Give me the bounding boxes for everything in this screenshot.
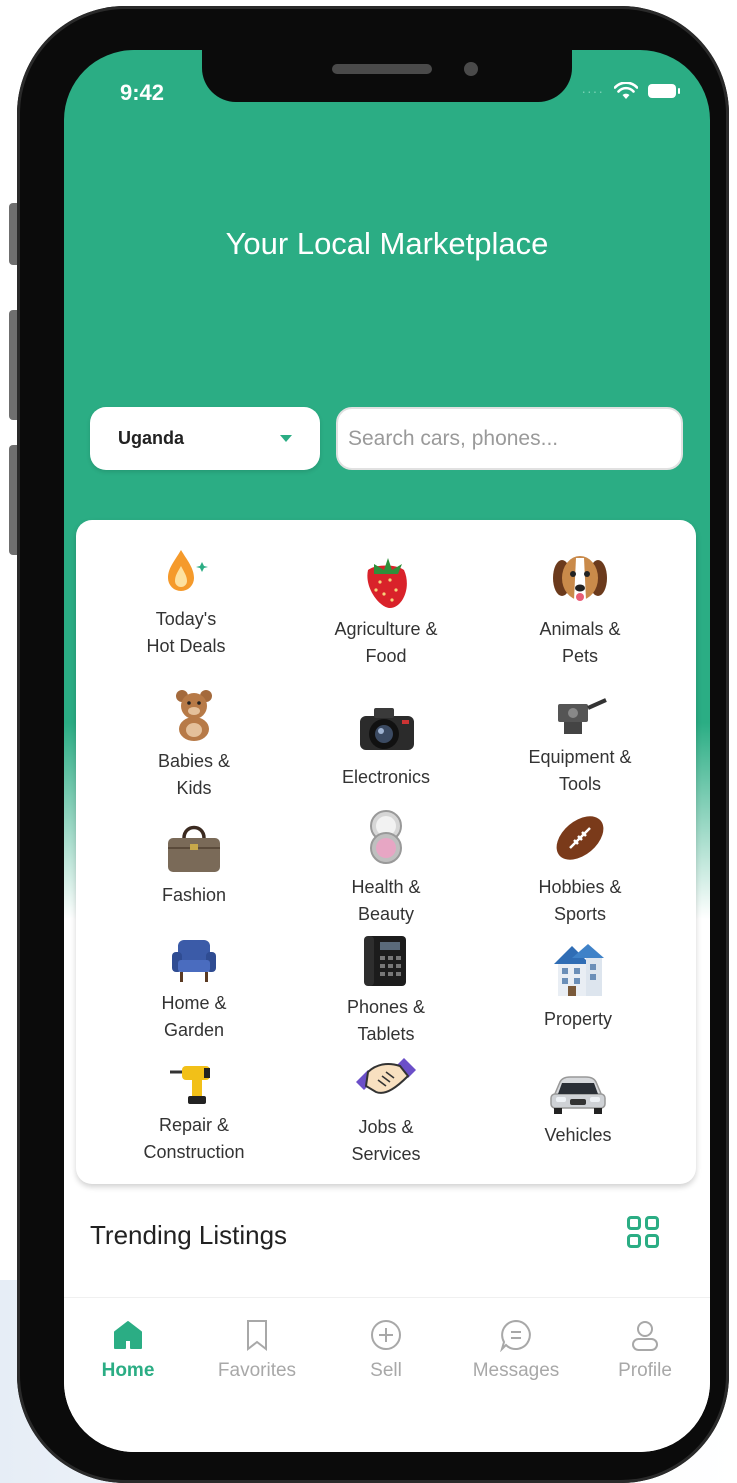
category-label: Fashion [161,885,227,905]
category-label: Equipment & Tools [528,747,632,794]
country-selector[interactable]: Uganda [90,407,320,470]
category-repair-construction[interactable]: Repair & Construction [94,1060,294,1166]
category-label: Today's Hot Deals [146,609,226,656]
nav-label: Favorites [217,1360,297,1381]
category-electronics[interactable]: Electronics [286,700,486,791]
chat-icon [500,1319,531,1352]
category-label: Home & Garden [161,993,227,1040]
category-label: Health & Beauty [351,877,421,924]
category-label: Agriculture & Food [334,619,438,666]
nav-profile[interactable]: Profile [585,1318,705,1382]
compact-mirror-icon [370,810,402,864]
status-icons: ···· [581,82,680,100]
grid-view-icon[interactable] [627,1216,659,1248]
plus-circle-icon [371,1320,401,1350]
nav-favorites[interactable]: Favorites [197,1318,317,1382]
notch [202,50,572,102]
fire-icon [168,550,208,591]
bookmark-icon [247,1320,267,1352]
nav-label: Messages [472,1360,560,1381]
category-label: Phones & Tablets [346,997,426,1044]
category-label: Repair & Construction [143,1115,245,1162]
category-label: Hobbies & Sports [538,877,622,924]
dog-icon [553,556,607,601]
category-label: Electronics [341,767,431,787]
teddy-bear-icon [176,690,212,741]
category-phones-tablets[interactable]: Phones & Tablets [286,932,486,1048]
category-vehicles[interactable]: Vehicles [478,1072,678,1149]
wifi-icon [614,82,638,99]
drill-icon [170,1066,210,1104]
strawberry-icon [367,558,407,608]
user-icon [632,1321,658,1351]
category-health-beauty[interactable]: Health & Beauty [286,808,486,928]
search-input[interactable] [336,407,683,470]
nav-home[interactable]: Home [68,1318,188,1382]
category-animals-pets[interactable]: Animals & Pets [480,550,680,670]
machine-icon [558,698,607,734]
home-icon [114,1321,142,1349]
nav-label: Profile [618,1360,672,1381]
chevron-down-icon [280,435,292,442]
category-hobbies-sports[interactable]: Hobbies & Sports [480,808,680,928]
category-property[interactable]: Property [478,940,678,1033]
nav-sell[interactable]: Sell [326,1318,446,1382]
football-icon [556,816,604,860]
desk-phone-icon [364,936,406,986]
category-jobs-services[interactable]: Jobs & Services [286,1052,486,1168]
camera-icon [360,708,414,750]
front-camera [464,62,478,76]
handshake-icon [356,1058,416,1094]
category-label: Babies & Kids [157,751,231,798]
nav-messages[interactable]: Messages [456,1318,576,1382]
categories-card: Today's Hot Deals Agriculture & Food Ani… [76,520,696,1184]
category-babies-kids[interactable]: Babies & Kids [94,686,294,802]
nav-label: Home [101,1360,155,1381]
speaker [332,64,432,74]
car-icon [550,1076,606,1114]
page-title: Your Local Marketplace [225,226,549,261]
category-fashion[interactable]: Fashion [94,816,294,909]
section-title: Trending Listings [90,1220,288,1250]
category-label: Animals & Pets [539,619,621,666]
category-home-garden[interactable]: Home & Garden [94,934,294,1044]
nav-label: Sell [370,1360,402,1381]
category-todays-hot-deals[interactable]: Today's Hot Deals [86,544,286,660]
armchair-icon [172,940,216,982]
category-equipment-tools[interactable]: Equipment & Tools [480,694,680,798]
category-label: Property [543,1009,613,1029]
battery-icon [648,84,680,98]
category-label: Vehicles [544,1125,612,1145]
signal-icon: ···· [581,83,604,99]
status-time: 9:42 [120,80,165,105]
building-icon [554,944,604,996]
bottom-navigation: Home Favorites Sell Messages Profile [64,1297,710,1452]
app-screen: 9:42 ···· Your Local Marketplace Uganda … [64,50,710,1452]
country-label: Uganda [118,428,185,448]
category-label: Jobs & Services [351,1117,421,1164]
handbag-icon [168,825,220,872]
category-agriculture-food[interactable]: Agriculture & Food [286,550,486,670]
